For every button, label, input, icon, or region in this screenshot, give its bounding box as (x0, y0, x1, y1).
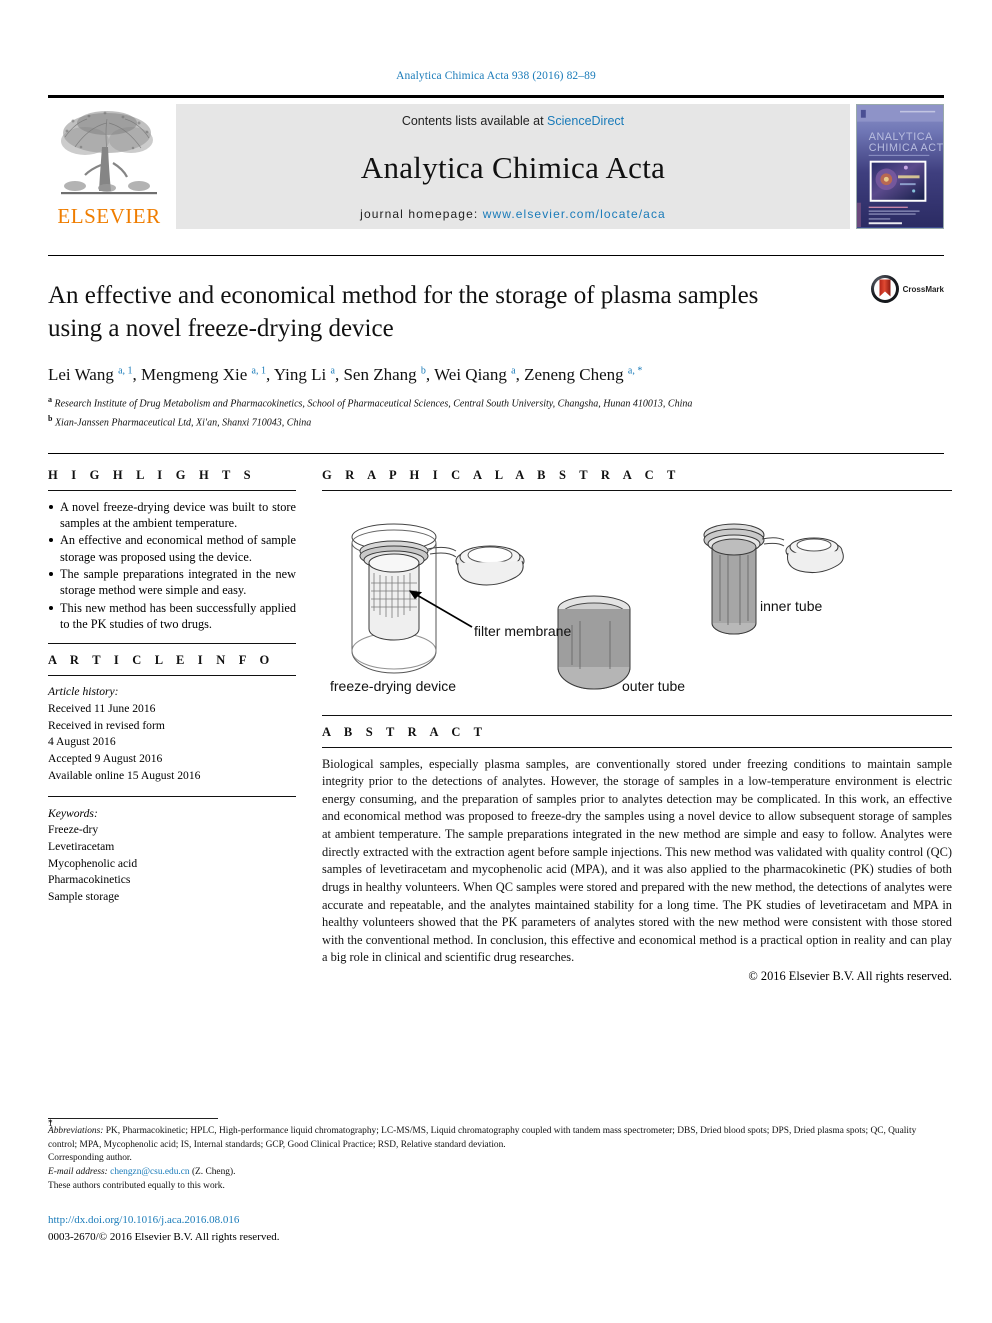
footnote-equal-contribution: 1 These authors contributed equally to th… (48, 1119, 944, 1194)
article-info-divider (48, 643, 296, 645)
crossmark-badge[interactable]: CrossMark (870, 274, 944, 304)
article-history-label: Article history: (48, 685, 119, 699)
footnotes: Abbreviations: PK, Pharmacokinetic; HPLC… (48, 1118, 944, 1193)
keywords-divider (48, 795, 296, 797)
journal-cover-thumbnail[interactable]: ANALYTICA CHIMICA ACTA (856, 104, 944, 229)
affiliations: a Research Institute of Drug Metabolism … (48, 394, 944, 431)
keyword-item: Pharmacokinetics (48, 873, 131, 887)
homepage-prefix: journal homepage: (360, 207, 483, 221)
page-title: An effective and economical method for t… (48, 282, 759, 342)
masthead: ELSEVIER Contents lists available at Sci… (48, 95, 944, 229)
content-columns: H I G H L I G H T S A novel freeze-dryin… (48, 452, 952, 984)
abbreviations-label: Abbreviations: (48, 1126, 104, 1136)
article-history-item: Received in revised form (48, 718, 165, 732)
title-block: An effective and economical method for t… (48, 255, 944, 431)
email-label: E-mail address: (48, 1166, 108, 1177)
label-outer-tube: outer tube (622, 678, 685, 694)
abbreviations-text: PK, Pharmacokinetic; HPLC, High-performa… (48, 1126, 917, 1150)
corresponding-text: Corresponding author. (48, 1153, 132, 1164)
journal-title: Analytica Chimica Acta (360, 149, 666, 185)
footnote-abbreviations: Abbreviations: PK, Pharmacokinetic; HPLC… (48, 1125, 944, 1152)
journal-article-page: Analytica Chimica Acta 938 (2016) 82–89 (0, 0, 992, 1323)
abstract-copyright: © 2016 Elsevier B.V. All rights reserved… (748, 968, 952, 983)
abstract-text: Biological samples, especially plasma sa… (322, 756, 952, 965)
equal-text: These authors contributed equally to thi… (48, 1180, 225, 1191)
keyword-item: Sample storage (48, 889, 120, 903)
journal-homepage-link[interactable]: www.elsevier.com/locate/aca (483, 207, 666, 221)
graphical-abstract-figure: filter membrane freeze-drying device out… (322, 499, 952, 704)
label-inner-tube: inner tube (760, 598, 822, 614)
footnote-corresponding: * Corresponding author. (48, 1119, 944, 1166)
equal-mark: 1 (48, 1119, 53, 1129)
affiliation-b: b Xian-Janssen Pharmaceutical Ltd, Xi'an… (48, 413, 312, 429)
running-head: Analytica Chimica Acta 938 (2016) 82–89 (396, 70, 596, 82)
label-filter-membrane: filter membrane (474, 623, 571, 639)
journal-homepage-line: journal homepage: www.elsevier.com/locat… (360, 207, 666, 221)
abstract-heading: A B S T R A C T (322, 724, 488, 739)
article-history-item: 4 August 2016 (48, 735, 116, 749)
crossmark-label: CrossMark (902, 284, 944, 294)
label-freeze-drying-device: freeze-drying device (330, 678, 456, 694)
issn-copyright-line: 0003-2670/© 2016 Elsevier B.V. All right… (48, 1230, 280, 1243)
list-item: An effective and economical method of sa… (48, 532, 296, 565)
article-info-rule (48, 675, 296, 677)
sciencedirect-link[interactable]: ScienceDirect (547, 114, 624, 128)
author-list: Lei Wang a, 1, Mengmeng Xie a, 1, Ying L… (48, 365, 643, 384)
article-history: Article history: Received 11 June 2016 R… (48, 684, 296, 784)
graphical-abstract-heading: G R A P H I C A L A B S T R A C T (322, 467, 681, 482)
keyword-item: Mycophenolic acid (48, 856, 138, 870)
affiliation-a-text: Research Institute of Drug Metabolism an… (54, 398, 693, 410)
keyword-item: Freeze-dry (48, 823, 99, 837)
abstract-divider (322, 714, 952, 716)
affiliation-a: a Research Institute of Drug Metabolism … (48, 395, 693, 410)
cover-art: ANALYTICA CHIMICA ACTA (857, 105, 943, 228)
email-link[interactable]: chengzn@csu.edu.cn (110, 1167, 189, 1177)
article-info-heading: A R T I C L E I N F O (48, 653, 275, 668)
graphical-abstract-rule (322, 489, 952, 491)
freeze-drying-device-diagram: filter membrane freeze-drying device out… (330, 523, 844, 694)
crossmark-icon (870, 275, 899, 303)
abstract-rule (322, 746, 952, 748)
bottom-metadata: http://dx.doi.org/10.1016/j.aca.2016.08.… (48, 1212, 280, 1245)
highlights-rule (48, 489, 296, 491)
email-suffix: (Z. Cheng). (189, 1166, 236, 1177)
elsevier-tree-icon (61, 111, 157, 195)
contents-available-line: Contents lists available at ScienceDirec… (402, 114, 624, 128)
footnote-rule (48, 1118, 218, 1119)
affiliation-b-text: Xian-Janssen Pharmaceutical Ltd, Xi'an, … (54, 417, 312, 429)
svg-text:CHIMICA ACTA: CHIMICA ACTA (869, 142, 943, 154)
right-column: G R A P H I C A L A B S T R A C T filter… (322, 468, 952, 984)
keywords-block: Keywords: Freeze-dry Levetiracetam Mycop… (48, 806, 296, 906)
left-column: H I G H L I G H T S A novel freeze-dryin… (48, 468, 296, 984)
list-item: The sample preparations integrated in th… (48, 566, 296, 599)
footnote-email: E-mail address: chengzn@csu.edu.cn (Z. C… (48, 1166, 944, 1180)
contents-prefix: Contents lists available at (401, 114, 548, 128)
elsevier-wordmark: ELSEVIER (57, 204, 161, 228)
keyword-item: Levetiracetam (48, 839, 115, 853)
highlights-heading: H I G H L I G H T S (48, 467, 256, 482)
list-item: This new method has been successfully ap… (48, 600, 296, 633)
keywords-label: Keywords: (48, 806, 98, 820)
highlights-list: A novel freeze-drying device was built t… (48, 499, 296, 633)
article-history-item: Available online 15 August 2016 (48, 768, 201, 782)
elsevier-logo: ELSEVIER (48, 104, 170, 229)
doi-link[interactable]: http://dx.doi.org/10.1016/j.aca.2016.08.… (48, 1212, 280, 1229)
list-item: A novel freeze-drying device was built t… (48, 499, 296, 532)
article-history-item: Accepted 9 August 2016 (48, 752, 163, 766)
article-history-item: Received 11 June 2016 (48, 702, 156, 716)
journal-band: Contents lists available at ScienceDirec… (176, 104, 850, 229)
